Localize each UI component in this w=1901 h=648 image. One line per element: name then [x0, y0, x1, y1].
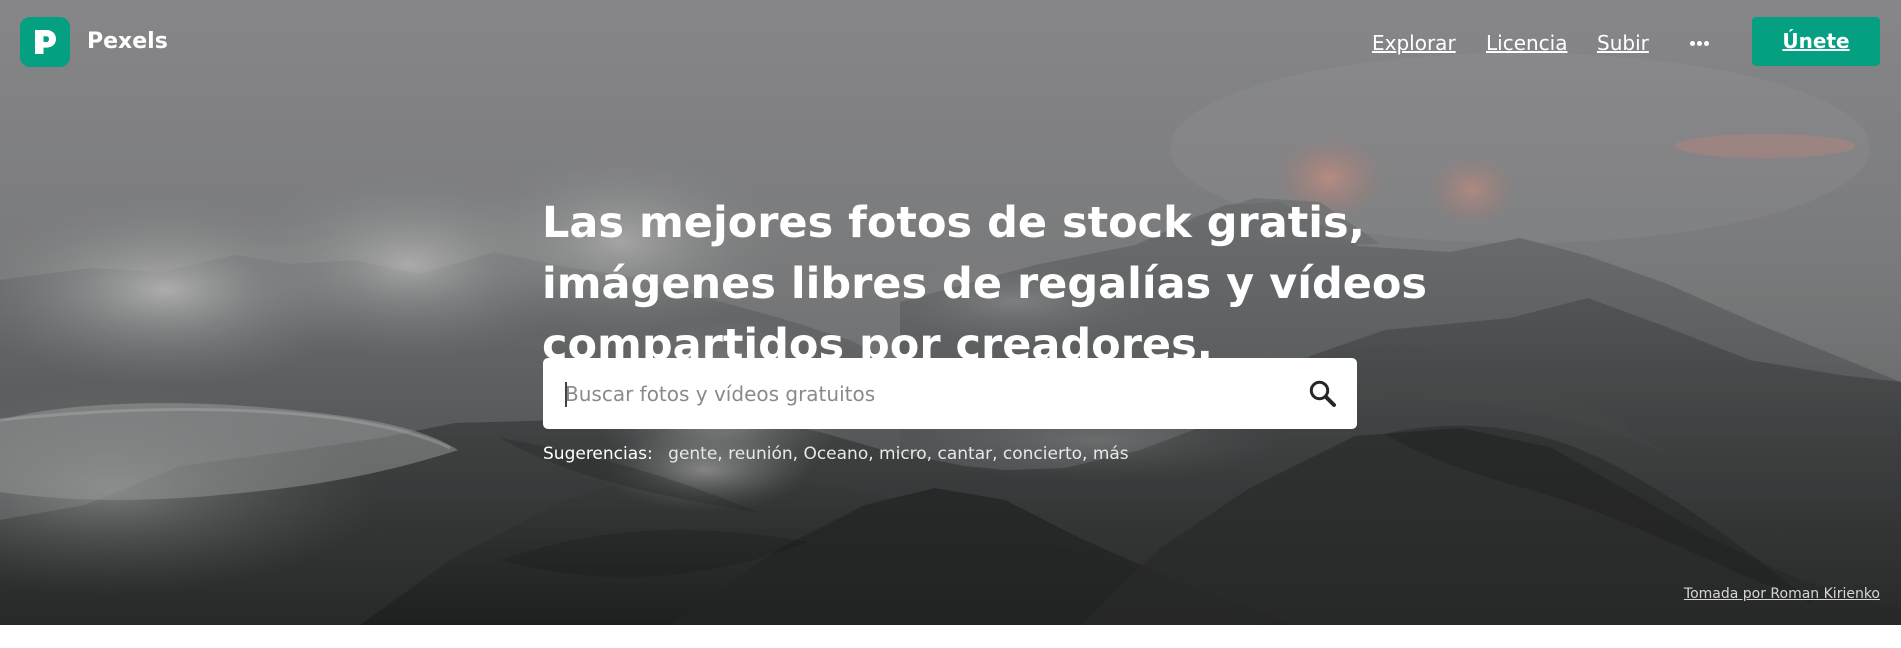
- hero-section: Pexels Explorar Licencia Subir Únete Las…: [0, 0, 1901, 625]
- pexels-logo-button[interactable]: [20, 17, 70, 67]
- suggestion-terms[interactable]: gente, reunión, Oceano, micro, cantar, c…: [668, 444, 1129, 464]
- nav-upload-link[interactable]: Subir: [1597, 29, 1649, 57]
- hero-headline: Las mejores fotos de stock gratis, imáge…: [542, 193, 1428, 376]
- brand-name: Pexels: [87, 29, 168, 54]
- more-horizontal-icon-dot-right: [1704, 41, 1709, 46]
- headline-line-2: imágenes libres de regalías y vídeos: [542, 258, 1428, 309]
- suggestions-label: Sugerencias:: [543, 444, 653, 464]
- more-horizontal-icon-dot-left: [1690, 41, 1695, 46]
- more-horizontal-icon-dot-middle: [1697, 41, 1702, 46]
- top-navigation: Pexels Explorar Licencia Subir Únete: [0, 0, 1901, 84]
- nav-explore-link[interactable]: Explorar: [1372, 29, 1456, 57]
- search-icon: [1309, 380, 1336, 407]
- photo-credit-link[interactable]: Tomada por Roman Kirienko: [1684, 585, 1880, 603]
- nav-license-link[interactable]: Licencia: [1486, 29, 1567, 57]
- search-input[interactable]: [565, 374, 1265, 414]
- search-button[interactable]: [1307, 378, 1338, 409]
- search-suggestions: Sugerencias: gente, reunión, Oceano, mic…: [543, 442, 1129, 466]
- join-button[interactable]: Únete: [1752, 17, 1880, 66]
- pexels-logo-icon: [35, 30, 56, 54]
- more-menu-button[interactable]: [1688, 28, 1712, 56]
- search-bar: [543, 358, 1357, 429]
- headline-line-1: Las mejores fotos de stock gratis,: [542, 197, 1365, 248]
